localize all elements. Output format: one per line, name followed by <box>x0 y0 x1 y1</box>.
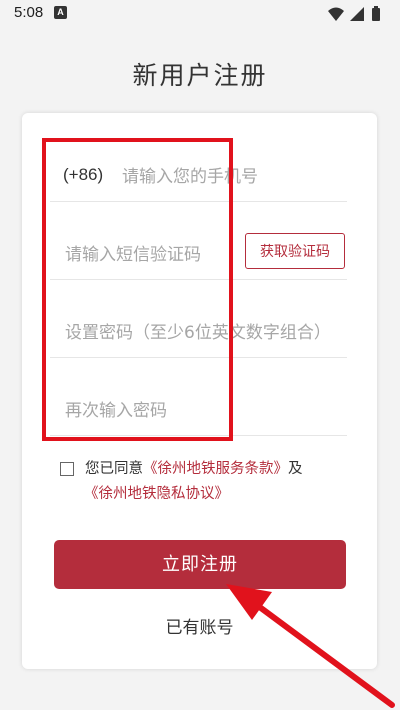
phone-field: (+86) <box>50 151 347 202</box>
agreement-text-line2: 《徐州地铁隐私协议》 <box>84 482 229 503</box>
battery-icon <box>372 6 380 21</box>
wifi-icon <box>328 7 344 21</box>
register-button[interactable]: 立即注册 <box>54 540 346 589</box>
confirm-password-input[interactable] <box>65 399 347 423</box>
service-terms-link[interactable]: 《徐州地铁服务条款》 <box>143 461 288 477</box>
notification-icon: A <box>54 6 67 19</box>
existing-account-link[interactable]: 已有账号 <box>22 613 377 638</box>
agreement-checkbox[interactable] <box>60 462 74 476</box>
agreement-prefix: 您已同意 <box>85 461 143 477</box>
sms-code-input[interactable] <box>65 243 240 267</box>
confirm-password-field <box>50 385 347 436</box>
privacy-policy-link[interactable]: 《徐州地铁隐私协议》 <box>84 486 229 502</box>
get-sms-code-button[interactable]: 获取验证码 <box>245 233 345 269</box>
register-card: (+86) 获取验证码 您已同意《徐州地铁服务条款》及 《徐州地铁隐私协议》 立… <box>22 113 377 669</box>
password-field <box>50 307 347 358</box>
status-icons <box>326 5 386 23</box>
cellular-signal-icon <box>350 7 364 21</box>
phone-input[interactable] <box>122 165 342 189</box>
phone-prefix: (+86) <box>63 165 104 184</box>
agreement-text-line1: 您已同意《徐州地铁服务条款》及 <box>85 457 303 478</box>
password-input[interactable] <box>65 321 347 345</box>
page-title: 新用户注册 <box>132 61 268 90</box>
status-bar: 5:08 A <box>0 0 400 28</box>
status-time: 5:08 <box>14 4 44 21</box>
agreement-conjunction: 及 <box>288 461 303 477</box>
